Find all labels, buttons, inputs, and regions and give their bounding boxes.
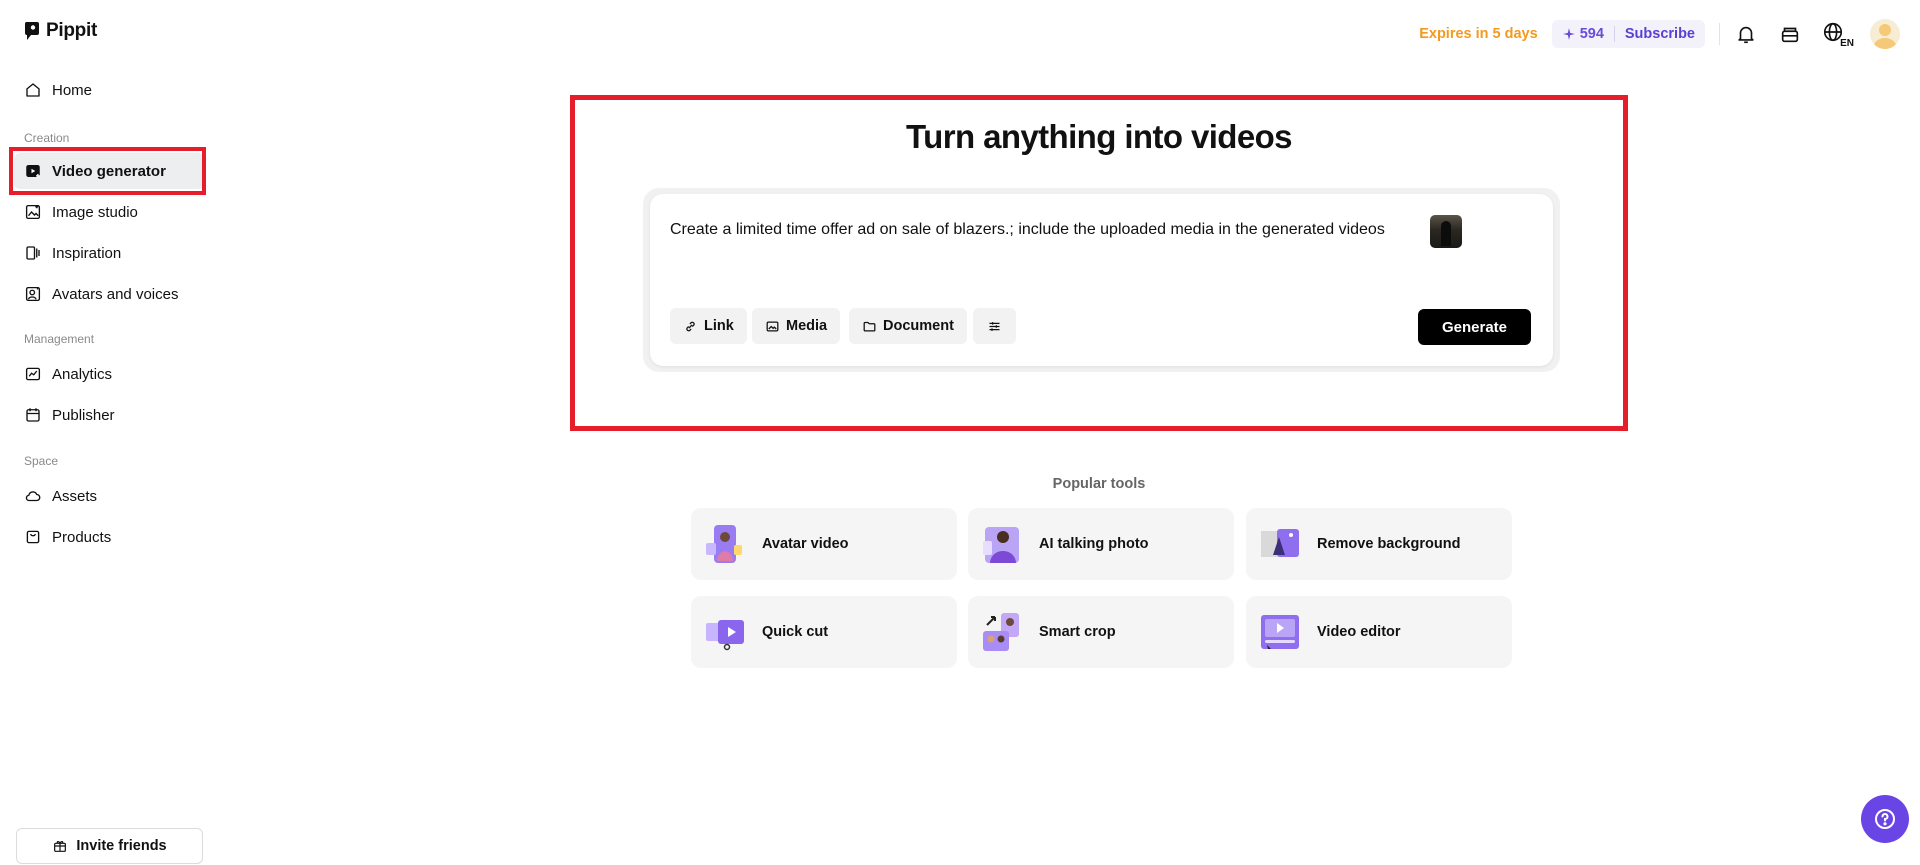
tool-label: Avatar video xyxy=(762,536,849,552)
smart-crop-icon xyxy=(981,611,1023,653)
sidebar-item-label: Analytics xyxy=(52,365,113,383)
remove-background-icon xyxy=(1259,523,1301,565)
pippit-logo-icon xyxy=(24,22,39,40)
sparkle-icon xyxy=(1562,28,1575,40)
tool-avatar-video[interactable]: Avatar video xyxy=(691,508,957,580)
user-avatar[interactable] xyxy=(1870,19,1900,49)
language-selector[interactable]: EN xyxy=(1822,21,1854,49)
sidebar-item-label: Image studio xyxy=(52,203,138,221)
quick-cut-icon xyxy=(704,611,746,653)
tool-label: Quick cut xyxy=(762,624,829,640)
sidebar-item-label: Products xyxy=(52,528,112,546)
credits-count[interactable]: 594 xyxy=(1562,26,1604,42)
sidebar-item-home[interactable]: Home xyxy=(14,72,204,108)
tool-quick-cut[interactable]: Quick cut xyxy=(691,596,957,668)
calendar-icon xyxy=(26,408,40,422)
logo[interactable]: Pippit xyxy=(24,20,97,42)
document-label: Document xyxy=(883,318,954,334)
link-icon xyxy=(686,321,695,331)
sidebar-item-label: Assets xyxy=(52,487,98,505)
tool-video-editor[interactable]: Video editor xyxy=(1246,596,1512,668)
sidebar-item-label: Publisher xyxy=(52,406,115,424)
folder-icon xyxy=(863,321,876,331)
analytics-icon xyxy=(25,367,41,381)
uploaded-media-thumbnail[interactable] xyxy=(1430,215,1462,248)
divider xyxy=(1613,26,1615,42)
divider xyxy=(1719,23,1720,45)
tool-label: AI talking photo xyxy=(1039,536,1149,552)
sidebar-item-assets[interactable]: Assets xyxy=(14,478,204,514)
home-icon xyxy=(26,83,40,97)
question-icon xyxy=(1875,809,1895,829)
wallet-icon xyxy=(1781,27,1799,43)
popular-tools-heading: Popular tools xyxy=(1052,476,1146,492)
invite-friends-label: Invite friends xyxy=(76,838,167,854)
trial-expiry-text: Expires in 5 days xyxy=(1419,26,1538,42)
language-code: EN xyxy=(1840,38,1854,49)
product-bag-icon xyxy=(26,530,40,544)
cloud-icon xyxy=(25,491,41,502)
sidebar-item-label: Home xyxy=(52,81,93,99)
image-studio-icon xyxy=(25,204,41,220)
bell-icon xyxy=(1738,26,1754,44)
credits-panel: 594 Subscribe xyxy=(1551,20,1705,48)
media-label: Media xyxy=(786,318,828,334)
document-button[interactable]: Document xyxy=(849,308,967,344)
highlight-box-sidebar xyxy=(9,147,206,195)
video-editor-icon xyxy=(1259,611,1301,653)
tool-smart-crop[interactable]: Smart crop xyxy=(968,596,1234,668)
tool-label: Remove background xyxy=(1317,536,1461,552)
sidebar: Pippit Home Creation Video generator Ima… xyxy=(0,0,210,865)
tool-ai-talking-photo[interactable]: AI talking photo xyxy=(968,508,1234,580)
sidebar-item-image-studio[interactable]: Image studio xyxy=(14,194,204,230)
tool-label: Video editor xyxy=(1317,624,1401,640)
sidebar-item-publisher[interactable]: Publisher xyxy=(14,397,204,433)
section-label-management: Management xyxy=(24,332,95,346)
sidebar-item-label: Avatars and voices xyxy=(52,285,179,303)
inspiration-icon xyxy=(26,246,40,260)
image-icon xyxy=(766,321,779,331)
sidebar-item-products[interactable]: Products xyxy=(14,519,204,555)
generate-button[interactable]: Generate xyxy=(1418,309,1531,345)
credits-value: 594 xyxy=(1579,26,1604,42)
settings-button[interactable] xyxy=(973,308,1016,344)
sidebar-item-label: Inspiration xyxy=(52,244,122,262)
sidebar-item-inspiration[interactable]: Inspiration xyxy=(14,235,204,271)
top-bar: Expires in 5 days 594 Subscribe EN xyxy=(1419,16,1900,52)
link-label: Link xyxy=(704,318,734,334)
media-button[interactable]: Media xyxy=(752,308,841,344)
talking-photo-icon xyxy=(981,523,1023,565)
section-label-space: Space xyxy=(24,454,59,468)
sidebar-item-avatars-voices[interactable]: Avatars and voices xyxy=(14,276,204,312)
tool-remove-background[interactable]: Remove background xyxy=(1246,508,1512,580)
gift-icon xyxy=(54,840,67,852)
link-button[interactable]: Link xyxy=(670,308,747,344)
billing-button[interactable] xyxy=(1778,22,1802,46)
help-button[interactable] xyxy=(1861,795,1909,843)
notifications-button[interactable] xyxy=(1734,22,1758,46)
sidebar-item-analytics[interactable]: Analytics xyxy=(14,356,204,392)
prompt-text[interactable]: Create a limited time offer ad on sale o… xyxy=(670,221,1385,239)
brand-name: Pippit xyxy=(46,20,97,41)
avatar-voice-icon xyxy=(25,286,41,302)
section-label-creation: Creation xyxy=(24,131,70,145)
avatar-video-icon xyxy=(704,523,746,565)
invite-friends-button[interactable]: Invite friends xyxy=(16,828,203,864)
sliders-icon xyxy=(989,321,1000,331)
tool-label: Smart crop xyxy=(1039,624,1116,640)
subscribe-button[interactable]: Subscribe xyxy=(1625,26,1695,42)
page-title: Turn anything into videos xyxy=(906,118,1292,155)
